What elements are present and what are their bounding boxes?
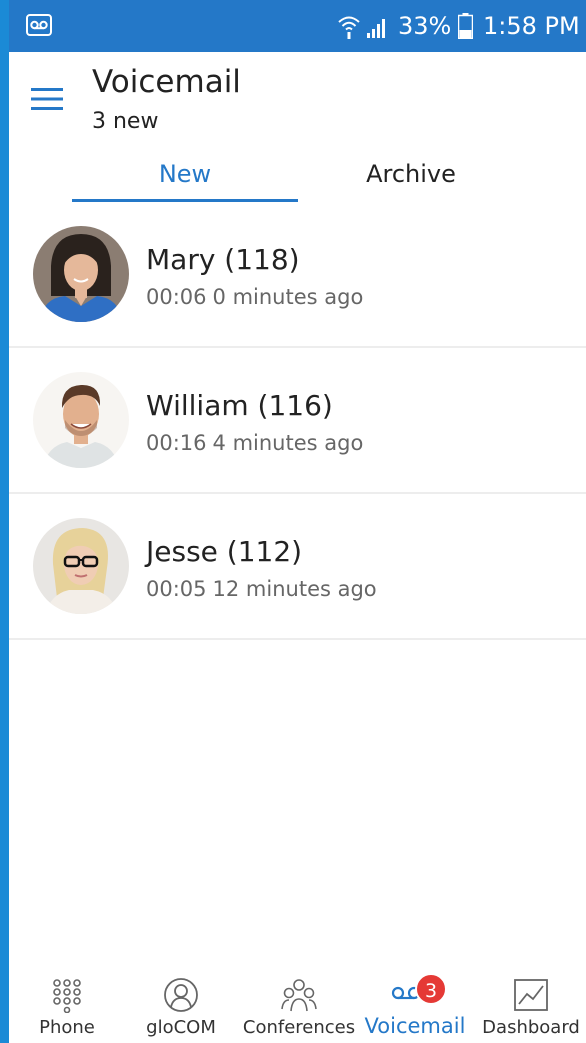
tab-new[interactable]: New: [72, 153, 298, 201]
new-count-subtitle: 3 new: [92, 109, 159, 134]
status-time: 1:58 PM: [483, 12, 580, 40]
voicemail-meta: 00:06 0 minutes ago: [146, 282, 363, 312]
voicemail-item-jesse[interactable]: Jesse (112) 00:05 12 minutes ago: [9, 494, 586, 640]
tab-archive[interactable]: Archive: [298, 153, 524, 201]
page-title: Voicemail: [92, 64, 241, 100]
signal-icon: [367, 19, 385, 38]
voicemail-item-mary[interactable]: Mary (118) 00:06 0 minutes ago: [9, 202, 586, 348]
nav-label: gloCOM: [146, 1017, 216, 1038]
nav-label: Dashboard: [482, 1017, 580, 1038]
voicemail-meta: 00:05 12 minutes ago: [146, 574, 377, 604]
hamburger-menu-icon[interactable]: [31, 86, 63, 112]
nav-dashboard[interactable]: Dashboard: [479, 965, 583, 1043]
avatar: [33, 518, 129, 614]
avatar: [33, 226, 129, 322]
voicemail-duration: 00:16: [146, 431, 207, 455]
voicemail-item-william[interactable]: William (116) 00:16 4 minutes ago: [9, 348, 586, 494]
battery-percentage: 33%: [398, 12, 452, 40]
nav-glocom[interactable]: gloCOM: [139, 965, 223, 1043]
avatar: [33, 372, 129, 468]
wifi-icon: [338, 16, 360, 39]
voicemail-badge: 3: [415, 973, 447, 1005]
group-icon: [281, 979, 317, 1012]
user-icon: [164, 978, 198, 1012]
nav-label: Conferences: [242, 1017, 356, 1038]
contact-name: William (116): [146, 389, 333, 422]
contact-name: Jesse (112): [146, 535, 303, 568]
nav-label: Voicemail: [364, 1014, 466, 1038]
battery-icon: [458, 13, 473, 39]
voicemail-status-icon: [26, 14, 52, 36]
nav-label: Phone: [39, 1017, 95, 1038]
nav-phone[interactable]: Phone: [19, 965, 115, 1043]
status-bar: 33% 1:58 PM: [9, 0, 586, 52]
voicemail-duration: 00:05: [146, 577, 207, 601]
bottom-navigation: Phone gloCOM Conferences 3 Voicemail Das…: [9, 965, 586, 1043]
nav-voicemail[interactable]: 3 Voicemail: [361, 965, 469, 1043]
dialpad-icon: [53, 979, 81, 1013]
list-divider: [9, 638, 586, 640]
nav-conferences[interactable]: Conferences: [241, 965, 357, 1043]
app-screen: 33% 1:58 PM Voicemail 3 new New Archive: [9, 0, 586, 1043]
voicemail-age: 12 minutes ago: [212, 577, 377, 601]
voicemail-meta: 00:16 4 minutes ago: [146, 428, 363, 458]
voicemail-duration: 00:06: [146, 285, 207, 309]
voicemail-age: 0 minutes ago: [212, 285, 364, 309]
contact-name: Mary (118): [146, 243, 300, 276]
chart-icon: [514, 979, 548, 1011]
voicemail-age: 4 minutes ago: [212, 431, 364, 455]
